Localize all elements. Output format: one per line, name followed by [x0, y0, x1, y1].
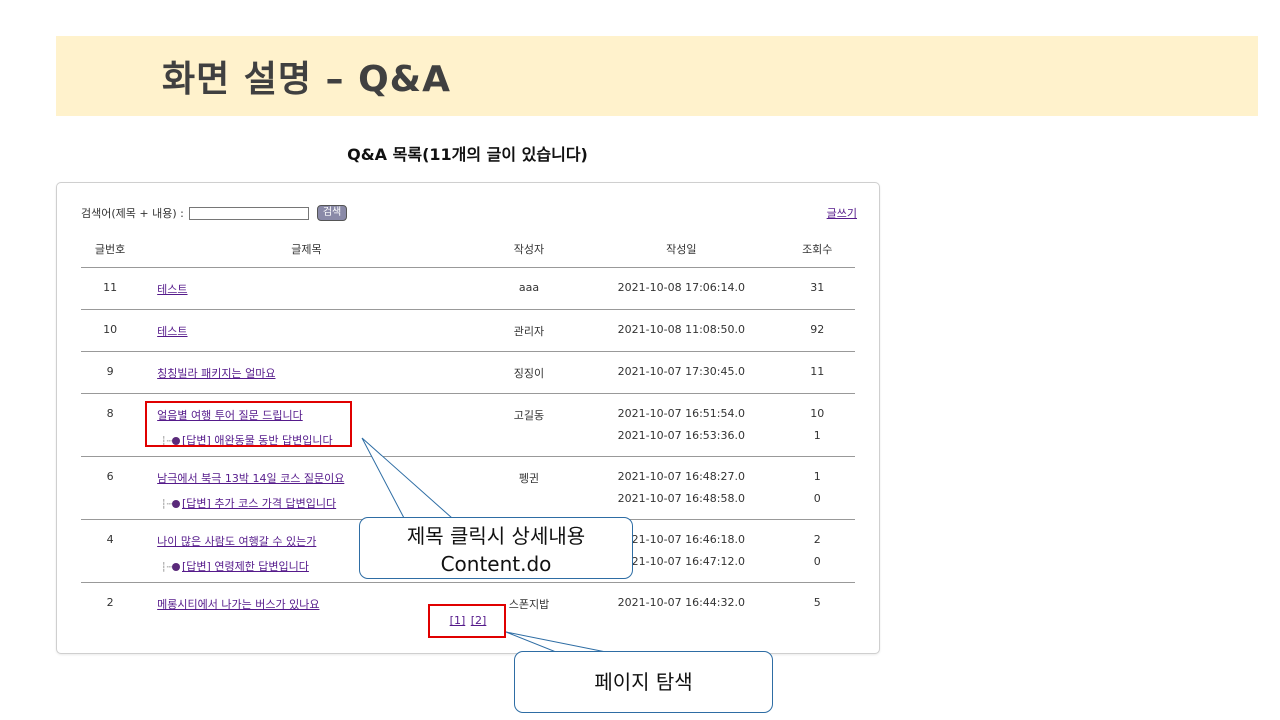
callout-text-line1: 제목 클릭시 상세내용 — [406, 524, 586, 548]
title-click-callout: 제목 클릭시 상세내용 Content.do — [359, 517, 633, 579]
callout-text-line2: Content.do — [440, 552, 552, 576]
pagination-highlight-box — [428, 604, 506, 638]
callout-text: 페이지 탐색 — [594, 670, 693, 694]
page-nav-callout: 페이지 탐색 — [514, 651, 773, 713]
callout-connectors — [361, 437, 607, 653]
title-callout-pointer — [361, 437, 454, 519]
title-highlight-box — [145, 401, 352, 447]
page-callout-pointer — [505, 631, 607, 653]
